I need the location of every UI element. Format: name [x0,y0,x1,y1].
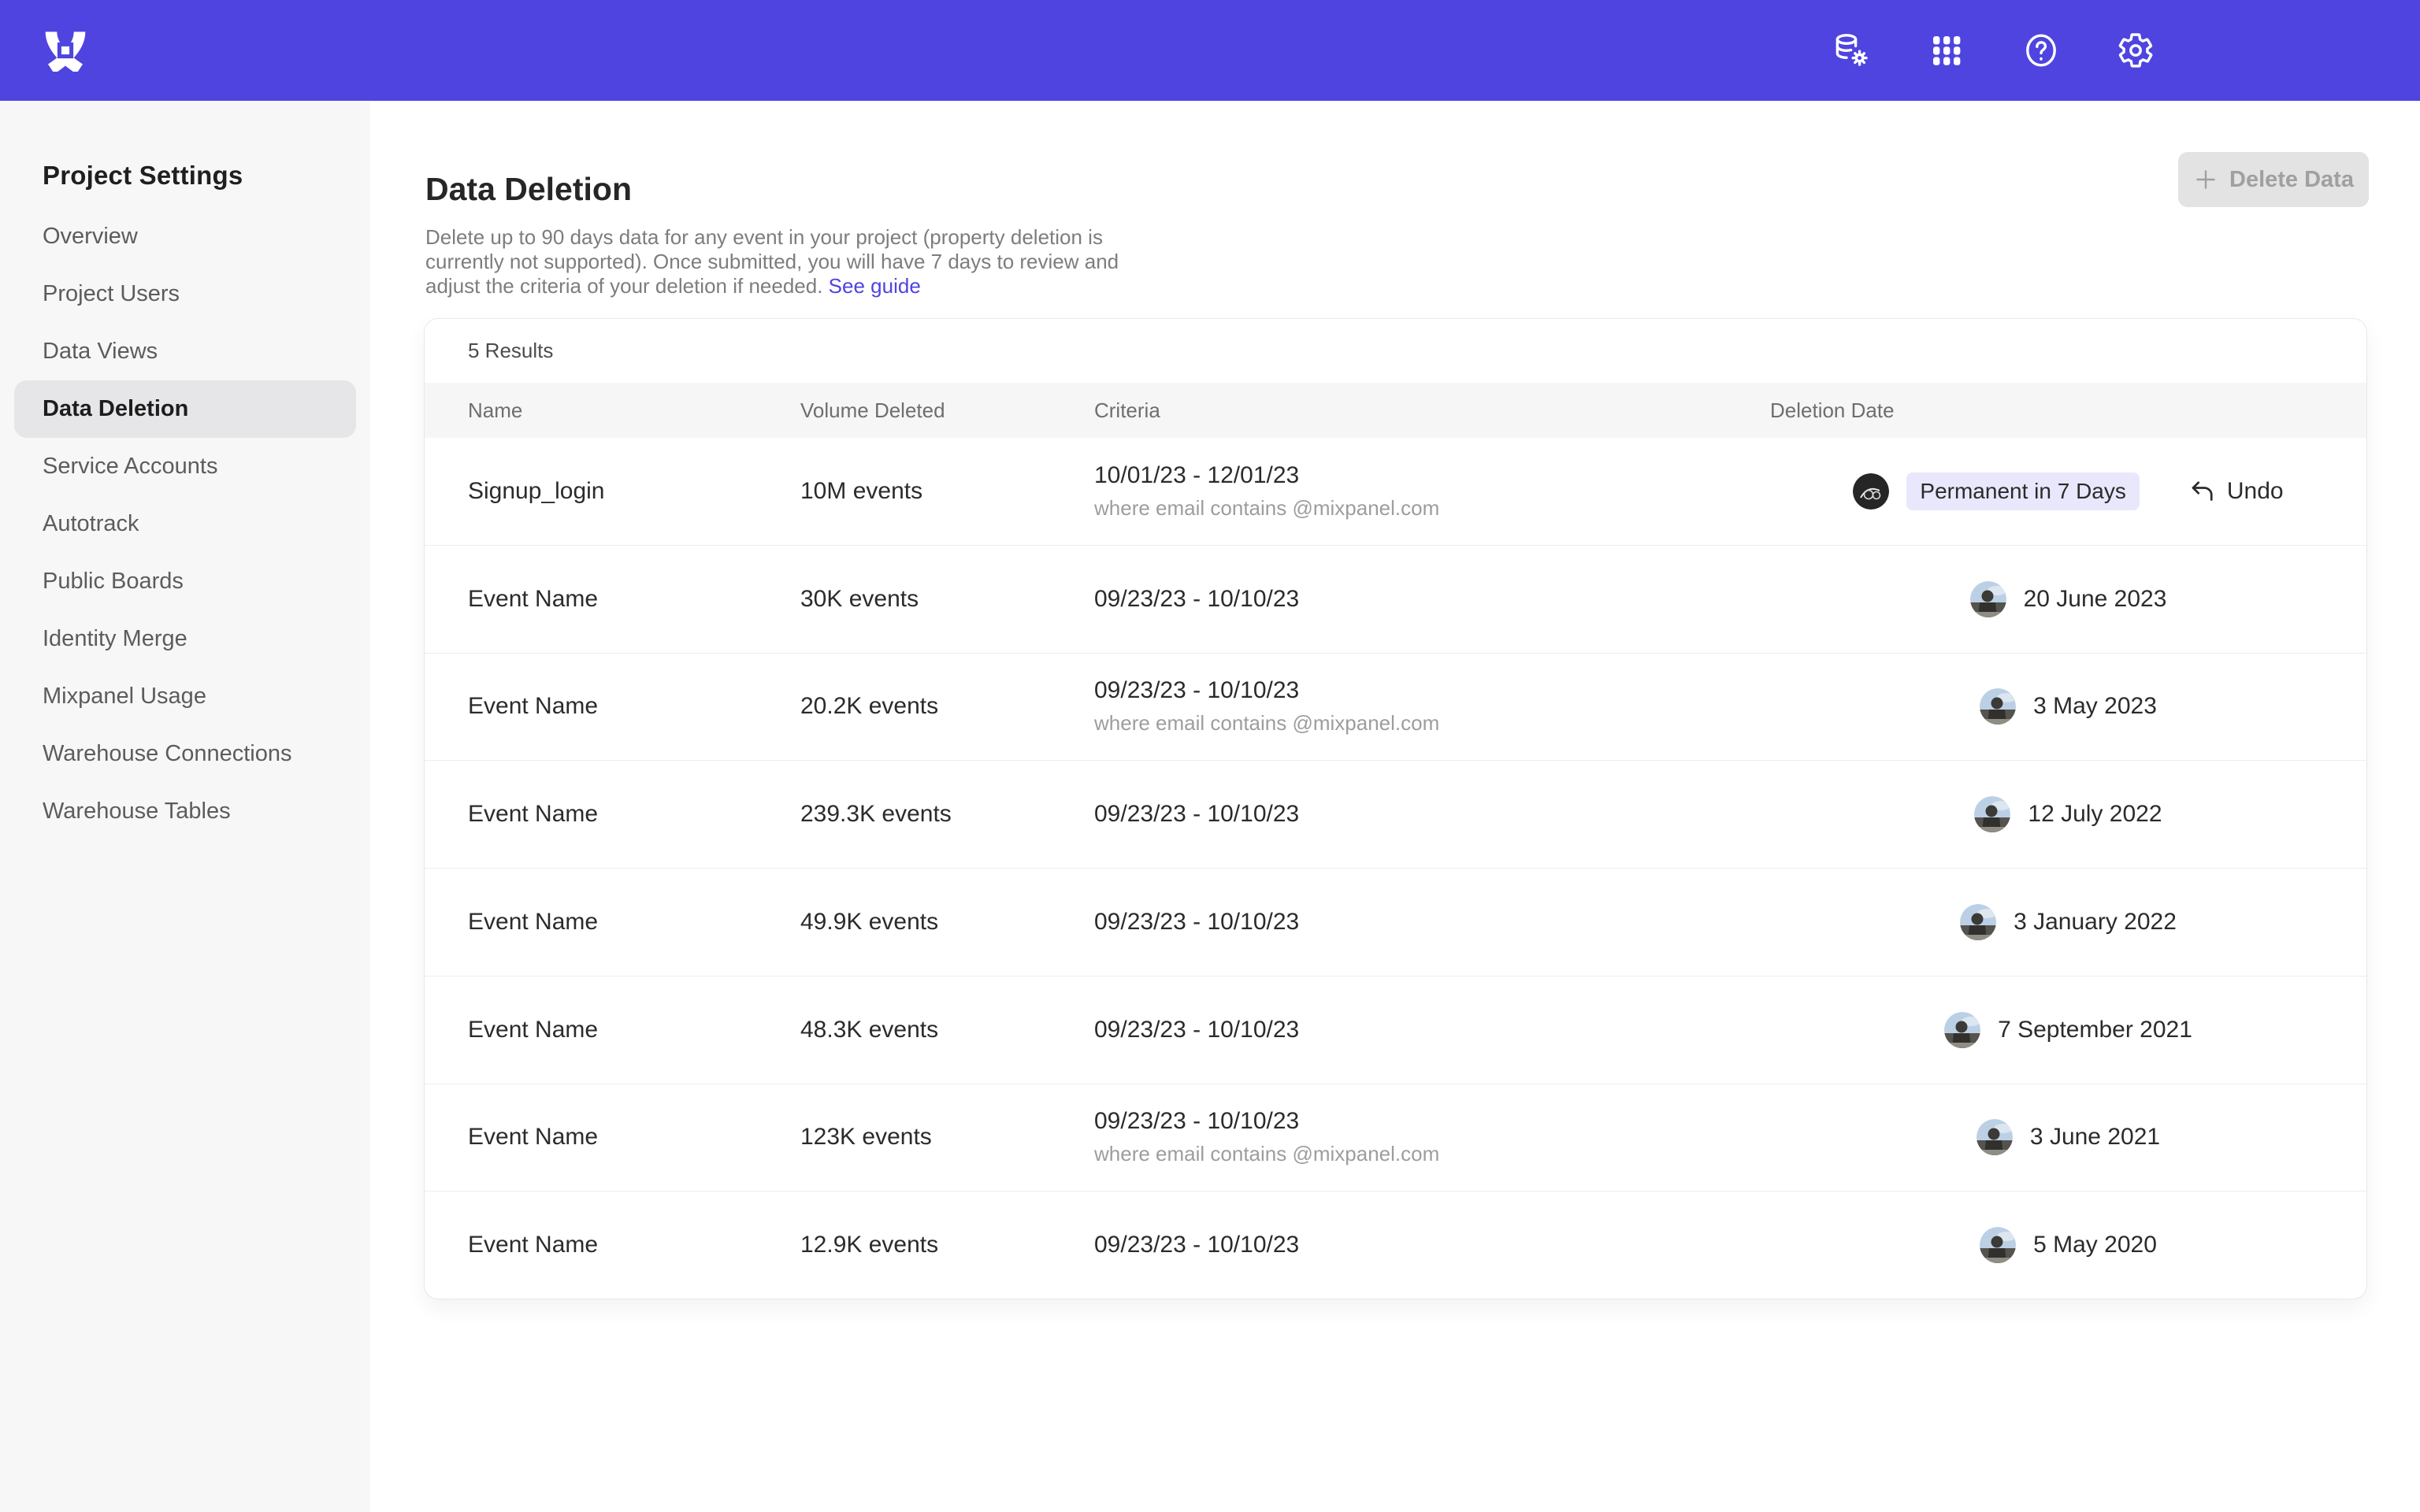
row-name: Event Name [425,801,800,828]
help-icon[interactable] [2022,32,2060,69]
requester-avatar [1944,1012,1980,1048]
data-management-icon[interactable] [1833,32,1871,69]
row-criteria-subtext: where email contains @mixpanel.com [1094,711,1770,736]
results-count: 5 Results [425,319,2366,383]
permanence-badge: Permanent in 7 Days [1906,472,2139,510]
table-row: Event Name 20.2K events 09/23/23 - 10/10… [425,653,2366,761]
requester-avatar [1960,904,1996,940]
row-volume: 239.3K events [800,801,1094,828]
row-criteria: 09/23/23 - 10/10/23 [1094,677,1770,704]
deletion-date: 3 January 2022 [2014,909,2177,936]
row-criteria: 09/23/23 - 10/10/23 [1094,1108,1770,1135]
row-criteria: 09/23/23 - 10/10/23 [1094,1232,1770,1258]
sidebar-item-data-deletion[interactable]: Data Deletion [14,380,356,438]
sidebar-title: Project Settings [43,161,370,191]
row-name: Event Name [425,693,800,720]
sidebar-item-data-views[interactable]: Data Views [14,323,356,380]
delete-data-button[interactable]: Delete Data [2178,152,2369,207]
requester-avatar [1976,1119,2013,1155]
delete-data-button-label: Delete Data [2229,167,2354,193]
requester-avatar [1980,688,2016,724]
page-description: Delete up to 90 days data for any event … [425,225,1138,298]
row-criteria-subtext: where email contains @mixpanel.com [1094,1142,1770,1166]
row-volume: 20.2K events [800,693,1094,720]
mixpanel-logo-icon[interactable] [44,29,87,72]
deletion-requests-card: 5 Results Name Volume Deleted Criteria D… [424,318,2367,1299]
page-description-text: Delete up to 90 days data for any event … [425,225,1119,298]
sidebar-item-overview[interactable]: Overview [14,208,356,265]
row-criteria: 09/23/23 - 10/10/23 [1094,586,1770,613]
row-name: Event Name [425,586,800,613]
row-volume: 49.9K events [800,909,1094,936]
page-title: Data Deletion [425,171,632,208]
column-header-deletion-date: Deletion Date [1770,398,2366,423]
row-deletion-cell: 3 June 2021 [1770,1119,2366,1155]
row-criteria: 09/23/23 - 10/10/23 [1094,801,1770,828]
row-volume: 10M events [800,478,1094,505]
deletion-date: 20 June 2023 [2024,586,2167,613]
sidebar-item-warehouse-tables[interactable]: Warehouse Tables [14,783,356,840]
sidebar-item-service-accounts[interactable]: Service Accounts [14,438,356,495]
row-volume: 12.9K events [800,1232,1094,1258]
table-row: Event Name 123K events 09/23/23 - 10/10/… [425,1084,2366,1191]
requester-avatar [1980,1227,2016,1263]
row-volume: 30K events [800,586,1094,613]
row-deletion-cell: 20 June 2023 [1770,581,2366,617]
see-guide-link[interactable]: See guide [829,274,921,298]
undo-label: Undo [2227,478,2284,505]
sidebar-item-project-users[interactable]: Project Users [14,265,356,323]
deletion-date: 12 July 2022 [2028,801,2162,828]
row-name: Event Name [425,1124,800,1151]
table-row: Event Name 48.3K events 09/23/23 - 10/10… [425,976,2366,1084]
row-name: Event Name [425,909,800,936]
sidebar-item-mixpanel-usage[interactable]: Mixpanel Usage [14,668,356,725]
row-deletion-cell: 3 May 2023 [1770,688,2366,724]
apps-grid-icon[interactable] [1928,32,1965,69]
settings-sidebar: Project Settings OverviewProject UsersDa… [0,101,370,1512]
undo-icon [2188,477,2217,506]
row-name: Event Name [425,1232,800,1258]
column-header-name: Name [425,398,800,423]
row-volume: 123K events [800,1124,1094,1151]
requester-avatar-dark [1853,473,1889,510]
table-row: Event Name 12.9K events 09/23/23 - 10/10… [425,1191,2366,1299]
row-deletion-cell: 5 May 2020 [1770,1227,2366,1263]
row-volume: 48.3K events [800,1017,1094,1043]
table-header-row: Name Volume Deleted Criteria Deletion Da… [425,383,2366,438]
settings-icon[interactable] [2117,32,2155,69]
deletion-date: 3 June 2021 [2030,1124,2160,1151]
column-header-volume-deleted: Volume Deleted [800,398,1094,423]
row-name: Event Name [425,1017,800,1043]
column-header-criteria: Criteria [1094,398,1770,423]
plus-icon [2193,167,2218,192]
table-row: Event Name 49.9K events 09/23/23 - 10/10… [425,868,2366,976]
row-deletion-cell: 3 January 2022 [1770,904,2366,940]
table-row: Event Name 30K events 09/23/23 - 10/10/2… [425,545,2366,653]
row-criteria: 10/01/23 - 12/01/23 [1094,462,1770,489]
row-deletion-cell: 12 July 2022 [1770,796,2366,832]
row-name: Signup_login [425,478,800,505]
table-body: Signup_login 10M events 10/01/23 - 12/01… [425,438,2366,1299]
requester-avatar [1974,796,2010,832]
sidebar-nav: OverviewProject UsersData ViewsData Dele… [0,208,370,840]
requester-avatar [1970,581,2006,617]
sidebar-item-warehouse-connections[interactable]: Warehouse Connections [14,725,356,783]
undo-button[interactable]: Undo [2188,477,2284,506]
sidebar-item-identity-merge[interactable]: Identity Merge [14,610,356,668]
row-deletion-cell: 7 September 2021 [1770,1012,2366,1048]
row-criteria: 09/23/23 - 10/10/23 [1094,909,1770,936]
row-criteria: 09/23/23 - 10/10/23 [1094,1017,1770,1043]
table-row: Signup_login 10M events 10/01/23 - 12/01… [425,438,2366,545]
row-criteria-subtext: where email contains @mixpanel.com [1094,496,1770,521]
deletion-date: 3 May 2023 [2033,693,2157,720]
sidebar-item-autotrack[interactable]: Autotrack [14,495,356,553]
deletion-date: 5 May 2020 [2033,1232,2157,1258]
deletion-date: 7 September 2021 [1998,1017,2192,1043]
topbar-icon-group [1833,32,2155,69]
sidebar-item-public-boards[interactable]: Public Boards [14,553,356,610]
row-deletion-cell: Permanent in 7 Days Undo [1770,472,2366,510]
table-row: Event Name 239.3K events 09/23/23 - 10/1… [425,760,2366,868]
top-navigation-bar [0,0,2420,101]
main-content: Data Deletion Delete up to 90 days data … [370,101,2420,1512]
